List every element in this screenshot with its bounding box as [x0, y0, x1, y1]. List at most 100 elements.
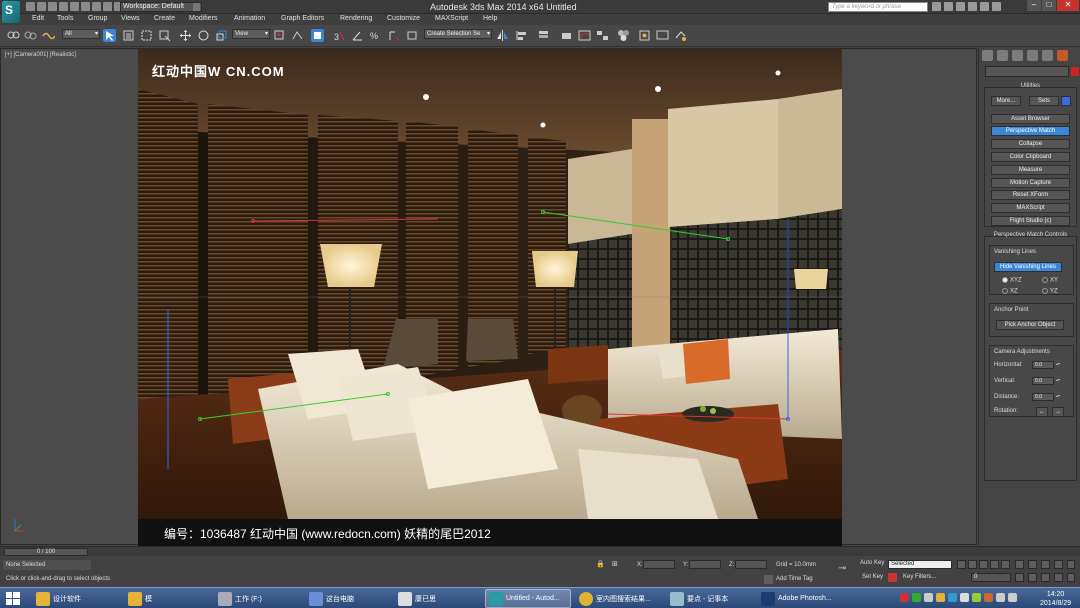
- play-icon[interactable]: [979, 560, 988, 569]
- keyboard-shortcut-override-icon[interactable]: [311, 29, 324, 42]
- zoom-extents-icon[interactable]: [1041, 560, 1050, 569]
- select-by-name-icon[interactable]: [122, 29, 135, 42]
- absolute-mode-icon[interactable]: ⊞: [612, 560, 618, 568]
- motion-capture-button[interactable]: Motion Capture: [991, 178, 1070, 188]
- render-production-icon[interactable]: [674, 29, 687, 42]
- tray-app-icon[interactable]: [924, 593, 933, 602]
- sets-button[interactable]: Sets: [1029, 96, 1059, 106]
- rotate-right-icon[interactable]: →: [1052, 407, 1064, 417]
- taskbar-item-photoshop[interactable]: Adobe Photosh...: [758, 589, 846, 608]
- orbit-icon[interactable]: [1067, 560, 1075, 569]
- taskbar-item-3dsmax[interactable]: Untitled - Autod...: [485, 589, 571, 608]
- help-icon[interactable]: [980, 2, 989, 11]
- schematic-view-icon[interactable]: [596, 29, 609, 42]
- tray-app-icon[interactable]: [960, 593, 969, 602]
- undo-dropdown-icon[interactable]: [70, 2, 79, 11]
- menu-rendering[interactable]: Rendering: [340, 15, 372, 22]
- utilities-tab-icon[interactable]: [1057, 50, 1068, 61]
- pan-icon[interactable]: [1028, 573, 1037, 582]
- favorites-star-icon[interactable]: [968, 2, 977, 11]
- hide-vanishing-lines-button[interactable]: Hide Vanishing Lines: [994, 262, 1062, 272]
- menu-create[interactable]: Create: [154, 15, 175, 22]
- taskbar-clock[interactable]: 14:20 2014/8/29: [1040, 590, 1071, 608]
- window-crossing-icon[interactable]: [158, 29, 171, 42]
- taskbar-item-notepad[interactable]: 要点 - 记事本: [667, 589, 753, 608]
- new-icon[interactable]: [26, 2, 35, 11]
- motion-tab-icon[interactable]: [1027, 50, 1038, 61]
- edit-named-selection-icon[interactable]: [406, 29, 419, 42]
- key-filters-button[interactable]: Key Filters...: [903, 574, 936, 580]
- configure-button-sets-icon[interactable]: [1061, 96, 1071, 106]
- 3dsmax-logo-icon[interactable]: S: [2, 1, 20, 23]
- pick-anchor-object-button[interactable]: Pick Anchor Object: [996, 320, 1064, 330]
- rendered-frame-window-icon[interactable]: [656, 29, 669, 42]
- search-input[interactable]: Type a keyword or phrase: [828, 2, 928, 12]
- walk-through-icon[interactable]: [1041, 573, 1050, 582]
- key-icon[interactable]: ⊸: [838, 563, 846, 574]
- roll-icon[interactable]: [1054, 573, 1063, 582]
- modify-tab-icon[interactable]: [997, 50, 1008, 61]
- go-to-end-icon[interactable]: [1001, 560, 1010, 569]
- perspective-match-button[interactable]: Perspective Match: [991, 126, 1070, 136]
- collapse-button[interactable]: Collapse: [991, 139, 1070, 149]
- asset-browser-button[interactable]: Asset Browser: [991, 114, 1070, 124]
- menu-help[interactable]: Help: [483, 15, 497, 22]
- tray-app-icon[interactable]: [972, 593, 981, 602]
- set-key-button[interactable]: Set Key: [862, 574, 883, 580]
- set-keys-icon[interactable]: [888, 573, 897, 582]
- x-coord-field[interactable]: [643, 560, 675, 569]
- toggle-ribbon-icon[interactable]: [560, 29, 573, 42]
- tray-app-icon[interactable]: [984, 593, 993, 602]
- radio-xyz[interactable]: XYZ: [1002, 277, 1022, 284]
- unlink-selection-icon[interactable]: [24, 29, 37, 42]
- named-selection-sets-dropdown[interactable]: Create Selection Se: [424, 29, 492, 39]
- angle-snap-toggle-icon[interactable]: [351, 29, 364, 42]
- radio-yz[interactable]: YZ: [1042, 288, 1058, 295]
- y-coord-field[interactable]: [689, 560, 721, 569]
- reset-xform-button[interactable]: Reset XForm: [991, 190, 1070, 200]
- toggle-layer-explorer-icon[interactable]: [537, 29, 550, 42]
- current-frame-field[interactable]: 0: [971, 573, 1011, 582]
- project-folder-icon[interactable]: [103, 2, 112, 11]
- menu-modifiers[interactable]: Modifiers: [189, 15, 217, 22]
- radio-xy[interactable]: XY: [1042, 277, 1058, 284]
- auto-key-button[interactable]: Auto Key: [860, 560, 884, 566]
- distance-spinner[interactable]: 0.0: [1032, 393, 1060, 401]
- workspace-dropdown[interactable]: Workspace: Default: [120, 2, 202, 12]
- close-button[interactable]: ✕: [1057, 0, 1079, 11]
- rotate-left-icon[interactable]: ←: [1036, 407, 1048, 417]
- binoculars-icon[interactable]: [932, 2, 941, 11]
- network-icon[interactable]: [1008, 593, 1017, 602]
- select-and-rotate-icon[interactable]: [197, 29, 210, 42]
- undo-icon[interactable]: [59, 2, 68, 11]
- rectangular-selection-icon[interactable]: [140, 29, 153, 42]
- zoom-icon[interactable]: [1015, 560, 1024, 569]
- reference-coordinate-dropdown[interactable]: View: [232, 29, 270, 39]
- bind-to-space-warp-icon[interactable]: [42, 29, 56, 42]
- time-config-icon[interactable]: [1015, 573, 1024, 582]
- open-icon[interactable]: [37, 2, 46, 11]
- menu-customize[interactable]: Customize: [387, 15, 420, 22]
- align-icon[interactable]: [515, 29, 528, 42]
- time-tag-icon[interactable]: [764, 575, 773, 584]
- snaps-toggle-icon[interactable]: 3: [333, 29, 346, 42]
- vertical-spinner[interactable]: 0.0: [1032, 377, 1060, 385]
- viewport-label[interactable]: [+] [Camera001] [Realistic]: [5, 52, 76, 58]
- radio-xz[interactable]: XZ: [1002, 288, 1018, 295]
- taskbar-item-design-software[interactable]: 设计软件: [33, 589, 123, 608]
- save-icon[interactable]: [48, 2, 57, 11]
- mirror-icon[interactable]: [496, 29, 509, 42]
- subscription-icon[interactable]: [944, 2, 953, 11]
- menu-views[interactable]: Views: [121, 15, 140, 22]
- menu-tools[interactable]: Tools: [57, 15, 73, 22]
- utilities-rollout-title[interactable]: Utilities: [985, 83, 1076, 89]
- select-and-move-icon[interactable]: [179, 29, 192, 42]
- maximize-viewport-icon[interactable]: [1067, 573, 1075, 582]
- curve-editor-icon[interactable]: [578, 29, 591, 42]
- create-tab-icon[interactable]: [982, 50, 993, 61]
- time-slider[interactable]: 0 / 100: [4, 548, 88, 556]
- z-coord-field[interactable]: [735, 560, 767, 569]
- select-and-manipulate-icon[interactable]: [291, 29, 304, 42]
- menu-maxscript[interactable]: MAXScript: [435, 15, 468, 22]
- select-and-link-icon[interactable]: [7, 29, 20, 42]
